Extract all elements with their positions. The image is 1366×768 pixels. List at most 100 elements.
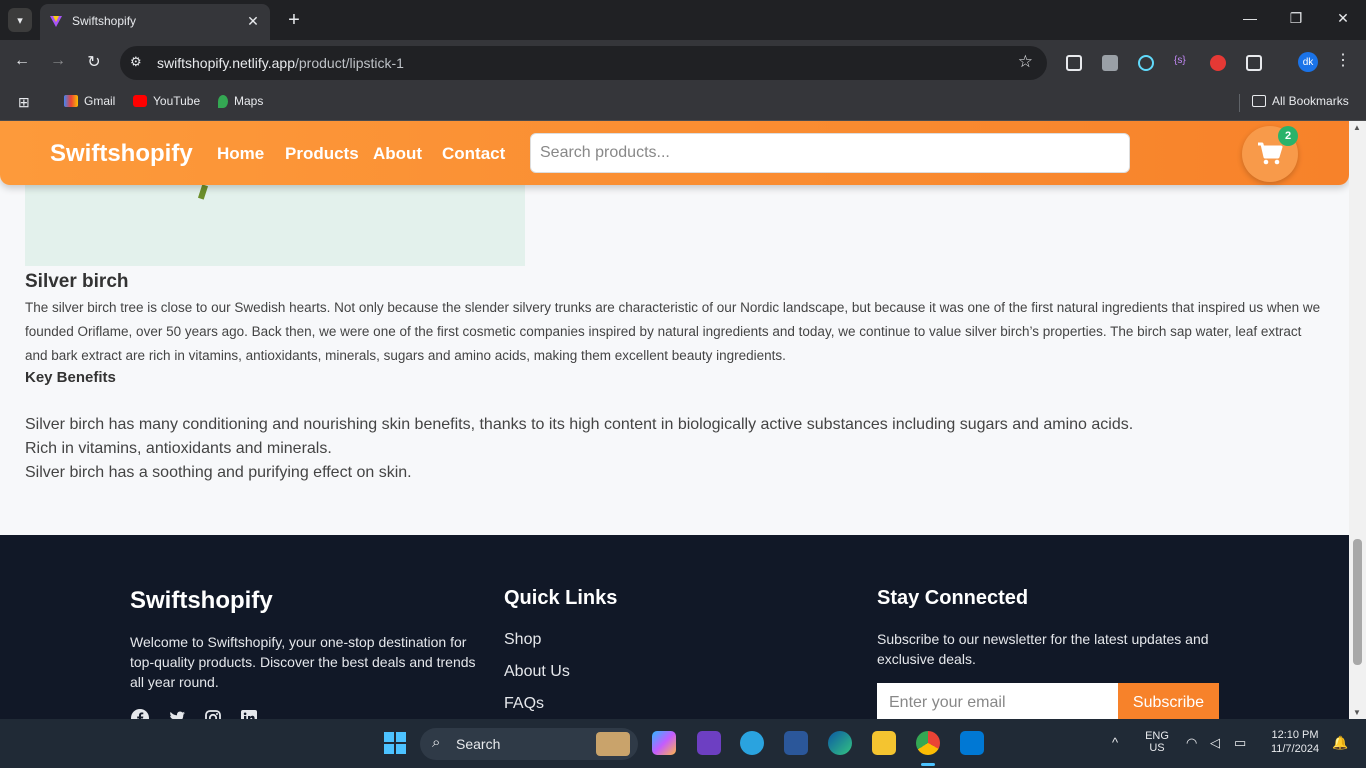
url-host: swiftshopify.netlify.app <box>157 55 295 71</box>
section-title: Silver birch <box>25 271 129 292</box>
restore-button[interactable]: ❐ <box>1286 10 1306 27</box>
browser-toolbar: ← → ↻ ⚙ swiftshopify.netlify.app/product… <box>0 40 1366 86</box>
nav-products-link[interactable]: Products <box>285 144 359 164</box>
all-bookmarks-button[interactable]: All Bookmarks <box>1252 94 1349 108</box>
react-devtools-icon[interactable] <box>1138 55 1154 71</box>
back-button[interactable]: ← <box>11 52 33 70</box>
footer-link-shop[interactable]: Shop <box>504 631 541 649</box>
url-path: /product/lipstick-1 <box>295 55 404 71</box>
stay-connected-title: Stay Connected <box>877 587 1029 609</box>
benefit-item: Silver birch has a soothing and purifyin… <box>25 464 412 481</box>
tab-search-button[interactable]: ▾ <box>8 8 32 32</box>
gmail-icon <box>64 95 78 107</box>
clock-date: 11/7/2024 <box>1270 743 1320 755</box>
shopping-cart-icon <box>1258 142 1283 165</box>
folder-icon <box>1252 95 1266 107</box>
cart-count-badge: 2 <box>1278 126 1298 146</box>
site-favicon-icon <box>50 16 62 27</box>
facebook-icon[interactable] <box>131 709 149 719</box>
browser-tab[interactable]: Swiftshopify ✕ <box>40 4 270 40</box>
benefit-item: Silver birch has many conditioning and n… <box>25 416 1134 433</box>
site-header: Swiftshopify Home Products About Contact… <box>0 121 1349 185</box>
edge-icon[interactable] <box>828 731 852 755</box>
maps-icon <box>218 94 228 108</box>
minimize-button[interactable]: — <box>1240 10 1260 26</box>
nav-contact-link[interactable]: Contact <box>442 144 505 164</box>
nav-about-link[interactable]: About <box>373 144 422 164</box>
extension-printer-icon[interactable] <box>1102 55 1118 71</box>
youtube-icon <box>133 95 147 107</box>
adblock-icon[interactable] <box>1210 55 1226 71</box>
bookmarks-divider <box>1239 94 1240 112</box>
tab-title: Swiftshopify <box>72 14 137 28</box>
bookmark-gmail[interactable]: Gmail <box>64 94 115 108</box>
tab-close-icon[interactable]: ✕ <box>244 12 262 30</box>
site-brand-logo[interactable]: Swiftshopify <box>50 140 193 168</box>
telegram-icon[interactable] <box>740 731 764 755</box>
page-viewport: Swiftshopify Home Products About Contact… <box>0 121 1349 719</box>
cart-button[interactable]: 2 <box>1242 126 1298 182</box>
bookmarks-bar: ⊞ Gmail YouTube Maps All Bookmarks <box>0 86 1366 121</box>
forward-button[interactable]: → <box>47 52 69 70</box>
search-highlight-image-icon <box>596 732 630 756</box>
bookmark-star-icon[interactable]: ☆ <box>1018 52 1033 72</box>
reload-button[interactable]: ↻ <box>83 52 105 72</box>
new-tab-button[interactable]: + <box>282 8 306 32</box>
nav-home-link[interactable]: Home <box>217 144 264 164</box>
bookmark-maps[interactable]: Maps <box>218 94 263 108</box>
file-explorer-icon[interactable] <box>872 731 896 755</box>
twitter-icon[interactable] <box>168 709 186 719</box>
product-description: The silver birch tree is close to our Sw… <box>25 300 1321 363</box>
site-info-icon[interactable]: ⚙ <box>130 54 142 70</box>
address-bar[interactable]: ⚙ swiftshopify.netlify.app/product/lipst… <box>120 46 1047 80</box>
all-bookmarks-label: All Bookmarks <box>1272 94 1349 108</box>
json-extension-icon[interactable]: {s} <box>1174 55 1190 71</box>
language-indicator[interactable]: ENG US <box>1141 730 1173 754</box>
copilot-icon[interactable] <box>652 731 676 755</box>
close-window-button[interactable]: ✕ <box>1333 10 1353 27</box>
product-image <box>25 184 525 266</box>
taskbar-search-label: Search <box>456 736 501 752</box>
notification-bell-icon[interactable]: 🔔 <box>1332 735 1348 751</box>
bookmark-label: YouTube <box>153 94 201 108</box>
footer-brand: Swiftshopify <box>130 587 273 614</box>
brave-beta-icon[interactable] <box>697 731 721 755</box>
taskbar-search-box[interactable]: ⌕ Search <box>420 728 638 760</box>
url-text[interactable]: swiftshopify.netlify.app/product/lipstic… <box>157 55 404 71</box>
word-icon[interactable] <box>784 731 808 755</box>
clock[interactable]: 12:10 PM 11/7/2024 <box>1262 729 1328 755</box>
footer-link-faqs[interactable]: FAQs <box>504 695 544 713</box>
region-code: US <box>1149 742 1165 754</box>
scrollbar-thumb[interactable] <box>1353 539 1362 665</box>
newsletter-text: Subscribe to our newsletter for the late… <box>877 631 1209 667</box>
vscode-icon[interactable] <box>960 731 984 755</box>
instagram-icon[interactable] <box>204 709 222 719</box>
battery-icon[interactable]: ▭ <box>1234 735 1246 751</box>
browser-tab-bar: ▾ Swiftshopify ✕ + — ❐ ✕ <box>0 0 1366 40</box>
footer-link-about-us[interactable]: About Us <box>504 663 570 681</box>
apps-grid-icon[interactable]: ⊞ <box>18 94 30 111</box>
search-icon: ⌕ <box>432 734 441 751</box>
windows-start-icon[interactable] <box>384 732 406 754</box>
key-benefits-title: Key Benefits <box>25 369 116 386</box>
scroll-down-arrow-icon[interactable]: ▼ <box>1353 708 1361 717</box>
show-hidden-icons-chevron-icon[interactable]: ^ <box>1112 735 1118 750</box>
scroll-up-arrow-icon[interactable]: ▲ <box>1353 123 1361 132</box>
reading-mode-icon[interactable] <box>1066 55 1082 71</box>
newsletter-email-input[interactable] <box>877 683 1118 719</box>
profile-avatar[interactable]: dk <box>1298 52 1318 72</box>
subscribe-button[interactable]: Subscribe <box>1118 683 1219 719</box>
extensions-puzzle-icon[interactable] <box>1246 55 1262 71</box>
bookmark-label: Gmail <box>84 94 116 108</box>
volume-icon[interactable]: ◁ <box>1210 735 1220 751</box>
linkedin-icon[interactable] <box>240 709 258 719</box>
page-scrollbar[interactable]: ▲ ▼ <box>1349 121 1366 719</box>
bookmark-youtube[interactable]: YouTube <box>133 94 200 108</box>
quick-links-title: Quick Links <box>504 587 618 609</box>
browser-menu-icon[interactable]: ⋮ <box>1335 50 1351 70</box>
wifi-icon[interactable]: ◠ <box>1186 735 1197 751</box>
product-search-input[interactable] <box>530 133 1130 173</box>
windows-taskbar: ⌕ Search ^ ENG US ◠ ◁ ▭ 12:10 PM 11/7/20… <box>0 719 1366 768</box>
active-app-indicator <box>921 763 935 766</box>
chrome-icon[interactable] <box>916 731 940 755</box>
